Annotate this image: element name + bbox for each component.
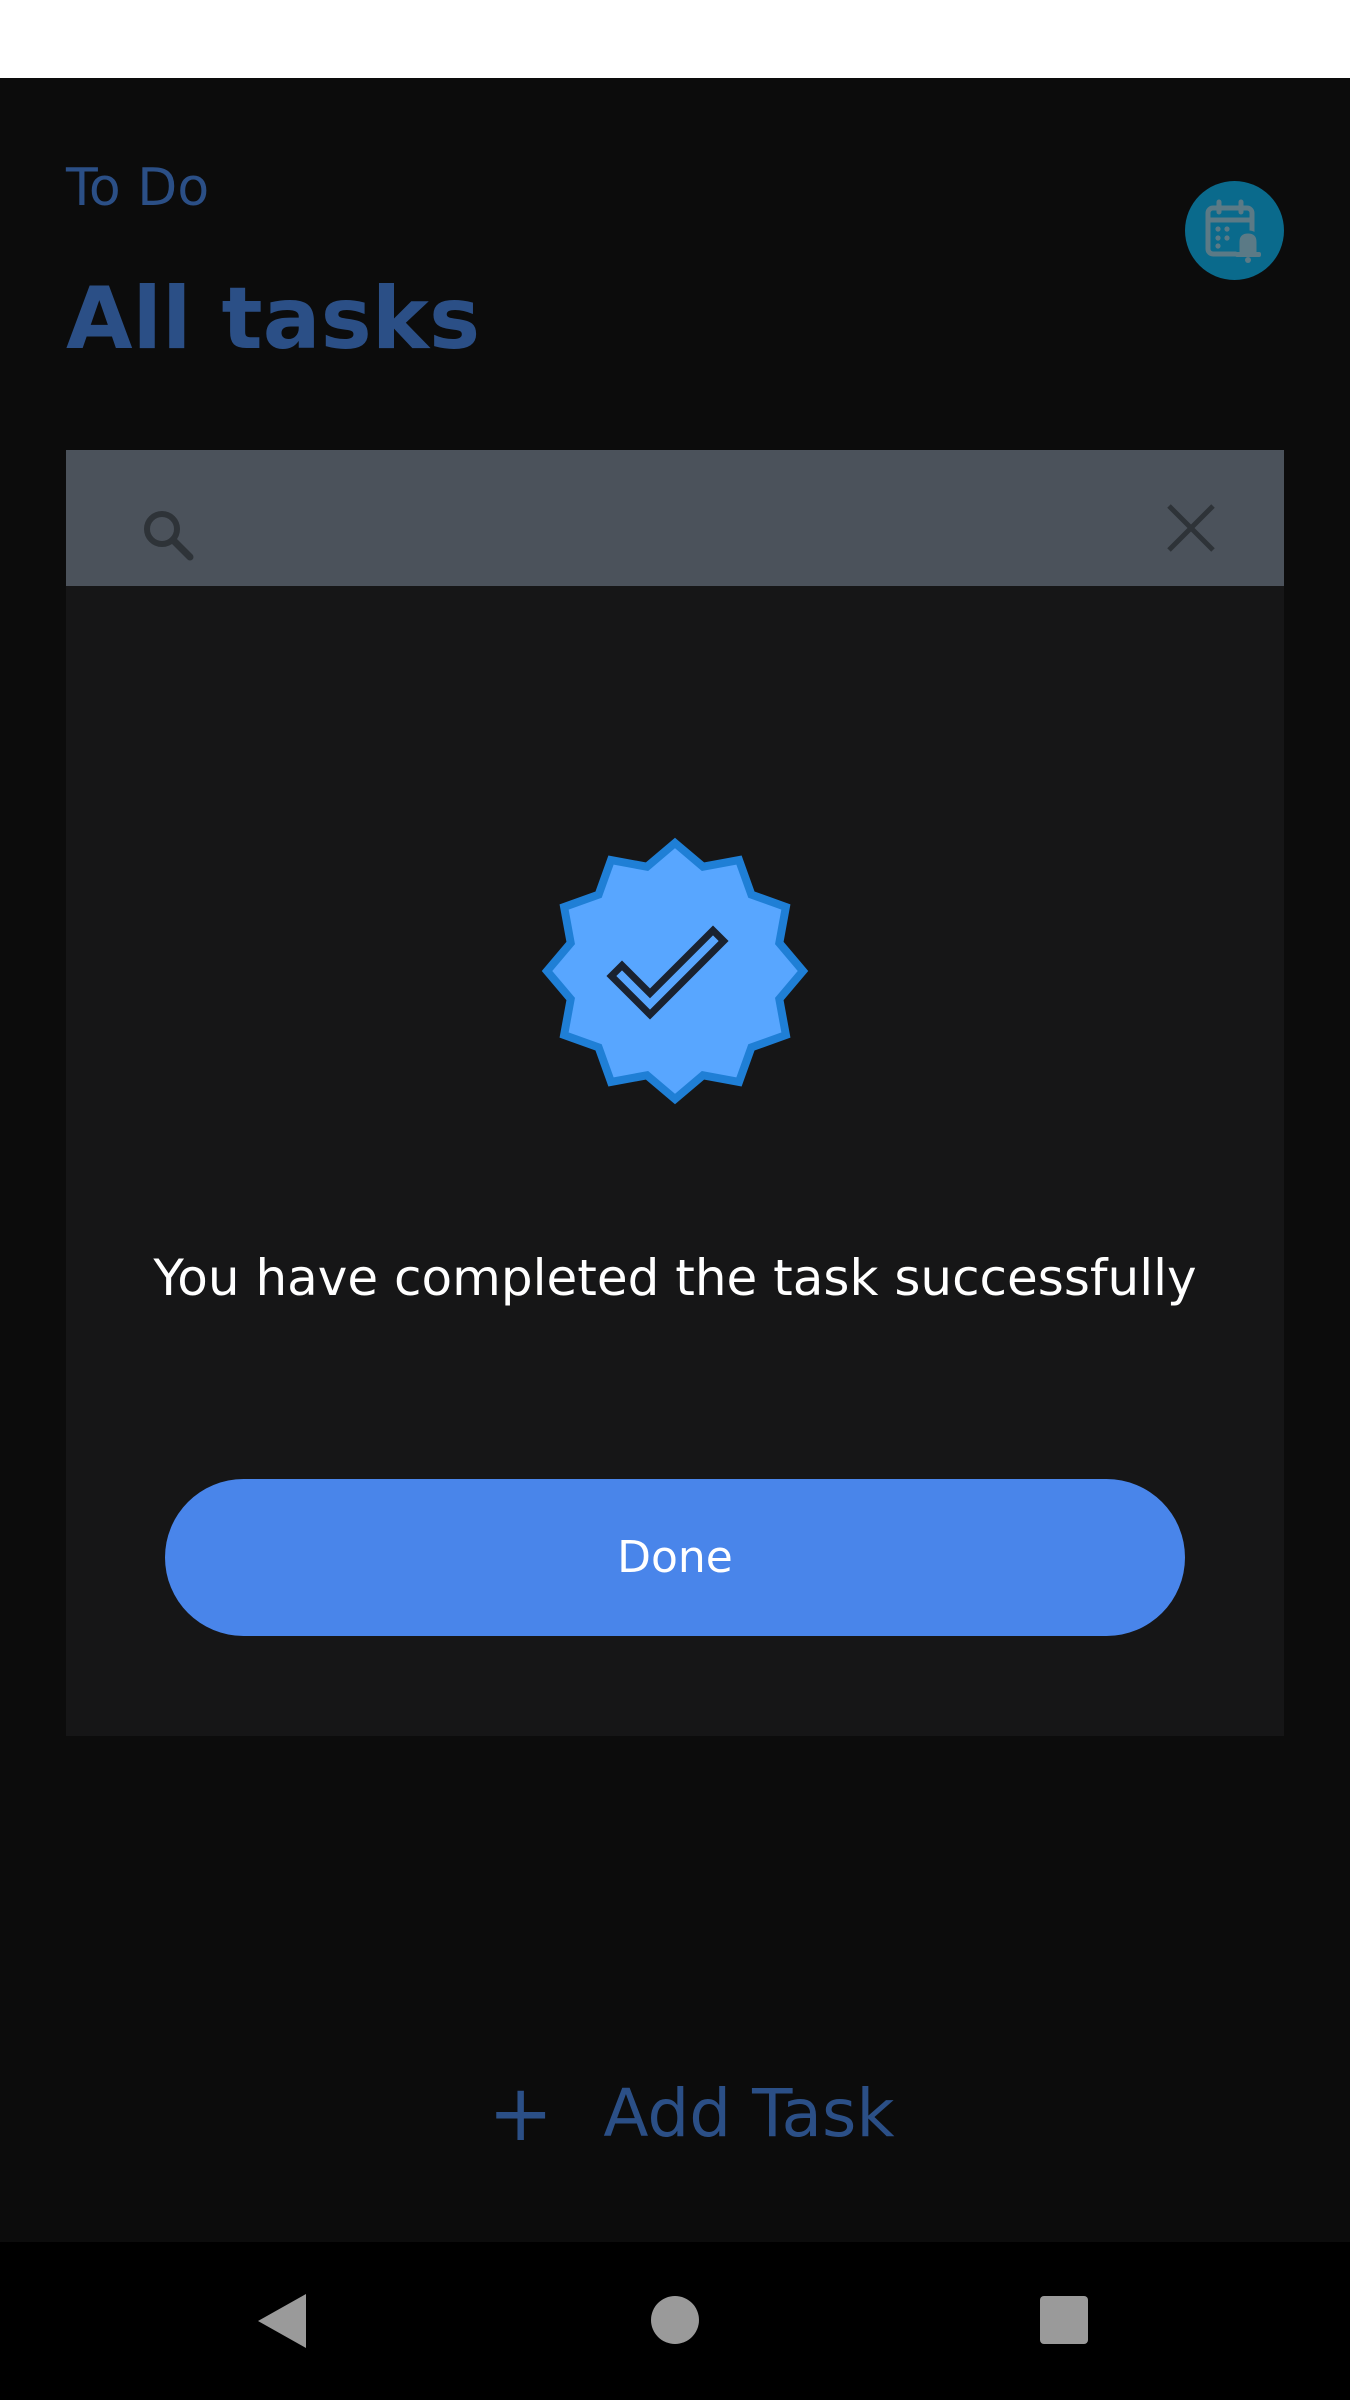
close-icon[interactable] bbox=[1165, 502, 1217, 554]
search-icon[interactable] bbox=[138, 505, 198, 565]
search-input[interactable] bbox=[220, 490, 1124, 552]
verified-badge-icon bbox=[541, 837, 809, 1105]
add-task-label: Add Task bbox=[603, 2075, 895, 2152]
calendar-reminder-button[interactable] bbox=[1185, 181, 1284, 280]
status-bar bbox=[0, 0, 1350, 78]
plus-icon: + bbox=[488, 2069, 554, 2159]
app-subtitle: To Do bbox=[66, 158, 210, 218]
page-title: All tasks bbox=[66, 269, 481, 369]
screen: To Do All tasks + Add Task You have comp… bbox=[0, 0, 1350, 2400]
back-triangle-icon[interactable] bbox=[254, 2292, 310, 2350]
recents-square-icon[interactable] bbox=[1040, 2296, 1088, 2344]
home-circle-icon[interactable] bbox=[651, 2296, 699, 2344]
done-button[interactable]: Done bbox=[165, 1479, 1185, 1636]
add-task-button[interactable]: + Add Task bbox=[488, 2075, 895, 2153]
success-message: You have completed the task successfully bbox=[153, 1249, 1197, 1307]
calendar-bell-icon bbox=[1205, 199, 1261, 263]
